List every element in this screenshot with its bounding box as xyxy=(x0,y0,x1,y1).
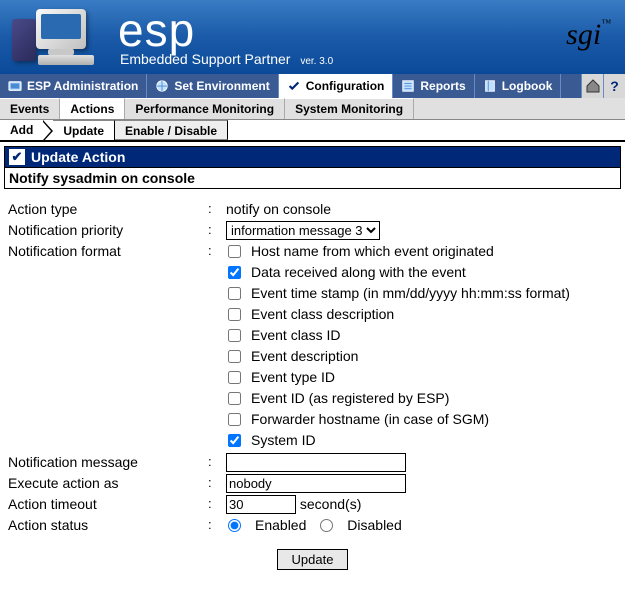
checkbox-format-label-4: Event class ID xyxy=(251,325,340,345)
update-button[interactable]: Update xyxy=(277,549,349,570)
home-icon xyxy=(585,78,601,94)
checkbox-format-label-1: Data received along with the event xyxy=(251,262,466,282)
label-priority: Notification priority xyxy=(8,220,208,240)
checkbox-format-label-2: Event time stamp (in mm/dd/yyyy hh:mm:ss… xyxy=(251,283,570,303)
select-priority[interactable]: information message 3 xyxy=(226,221,380,240)
help-button[interactable]: ? xyxy=(603,74,625,98)
label-execute-as: Execute action as xyxy=(8,473,208,493)
brand-subtitle: Embedded Support Partner xyxy=(120,51,290,67)
crumb-add[interactable]: Add xyxy=(0,120,43,140)
checkbox-format-7[interactable] xyxy=(228,392,241,405)
admin-icon xyxy=(8,79,22,93)
checkbox-format-label-9: System ID xyxy=(251,430,316,450)
checkbox-format-5[interactable] xyxy=(228,350,241,363)
brand-name: esp xyxy=(118,7,333,53)
crumb-update[interactable]: Update xyxy=(53,120,115,140)
check-icon xyxy=(287,79,301,93)
check-icon: ✔ xyxy=(9,149,25,165)
label-status: Action status xyxy=(8,515,208,535)
checkbox-format-label-0: Host name from which event originated xyxy=(251,241,494,261)
sub-nav: Events Actions Performance Monitoring Sy… xyxy=(0,98,625,120)
label-format: Notification format xyxy=(8,241,208,261)
chevron-right-icon xyxy=(43,120,53,142)
checkbox-format-8[interactable] xyxy=(228,413,241,426)
radio-enabled-label: Enabled xyxy=(255,515,306,535)
checkbox-format-label-8: Forwarder hostname (in case of SGM) xyxy=(251,409,489,429)
app-header: esp Embedded Support Partner ver. 3.0 sg… xyxy=(0,0,625,74)
input-timeout[interactable] xyxy=(226,495,296,514)
checkbox-format-label-7: Event ID (as registered by ESP) xyxy=(251,388,449,408)
main-nav: ESP Administration Set Environment Confi… xyxy=(0,74,625,98)
label-action-type: Action type xyxy=(8,199,208,219)
checkbox-format-6[interactable] xyxy=(228,371,241,384)
checkbox-format-0[interactable] xyxy=(228,245,241,258)
tab-events[interactable]: Events xyxy=(0,98,60,119)
panel-subtitle: Notify sysadmin on console xyxy=(4,167,621,189)
input-execute-as[interactable] xyxy=(226,474,406,493)
crumb-enable-disable[interactable]: Enable / Disable xyxy=(115,120,228,140)
checkbox-format-label-5: Event description xyxy=(251,346,358,366)
nav-logbook[interactable]: Logbook xyxy=(475,74,562,98)
value-action-type: notify on console xyxy=(226,199,617,219)
checkbox-format-label-6: Event type ID xyxy=(251,367,335,387)
nav-reports[interactable]: Reports xyxy=(393,74,474,98)
panel-title: Update Action xyxy=(31,149,125,165)
checkbox-format-label-3: Event class description xyxy=(251,304,394,324)
content-area: ✔ Update Action Notify sysadmin on conso… xyxy=(0,142,625,590)
breadcrumb-nav: Add Update Enable / Disable xyxy=(0,120,625,142)
label-message: Notification message xyxy=(8,452,208,472)
panel-header: ✔ Update Action xyxy=(4,146,621,167)
brand-version: ver. 3.0 xyxy=(300,56,333,67)
radio-disabled-label: Disabled xyxy=(347,515,401,535)
home-button[interactable] xyxy=(581,74,603,98)
radio-enabled[interactable] xyxy=(228,519,241,532)
help-icon: ? xyxy=(610,78,619,94)
form: Action type : notify on console Notifica… xyxy=(4,189,621,570)
checkbox-format-9[interactable] xyxy=(228,434,241,447)
checkbox-format-4[interactable] xyxy=(228,329,241,342)
input-message[interactable] xyxy=(226,453,406,472)
label-timeout: Action timeout xyxy=(8,494,208,514)
checkbox-format-3[interactable] xyxy=(228,308,241,321)
tab-actions[interactable]: Actions xyxy=(60,98,125,119)
tab-system-monitoring[interactable]: System Monitoring xyxy=(285,98,414,119)
checkbox-format-1[interactable] xyxy=(228,266,241,279)
nav-set-environment[interactable]: Set Environment xyxy=(147,74,278,98)
company-logo: sgi™ xyxy=(566,18,611,52)
nav-configuration[interactable]: Configuration xyxy=(279,74,394,98)
radio-disabled[interactable] xyxy=(320,519,333,532)
nav-esp-administration[interactable]: ESP Administration xyxy=(0,74,147,98)
checkbox-format-2[interactable] xyxy=(228,287,241,300)
environment-icon xyxy=(155,79,169,93)
computer-icon xyxy=(8,7,108,67)
tab-performance-monitoring[interactable]: Performance Monitoring xyxy=(125,98,285,119)
timeout-unit: second(s) xyxy=(300,496,361,512)
reports-icon xyxy=(401,79,415,93)
logbook-icon xyxy=(483,79,497,93)
